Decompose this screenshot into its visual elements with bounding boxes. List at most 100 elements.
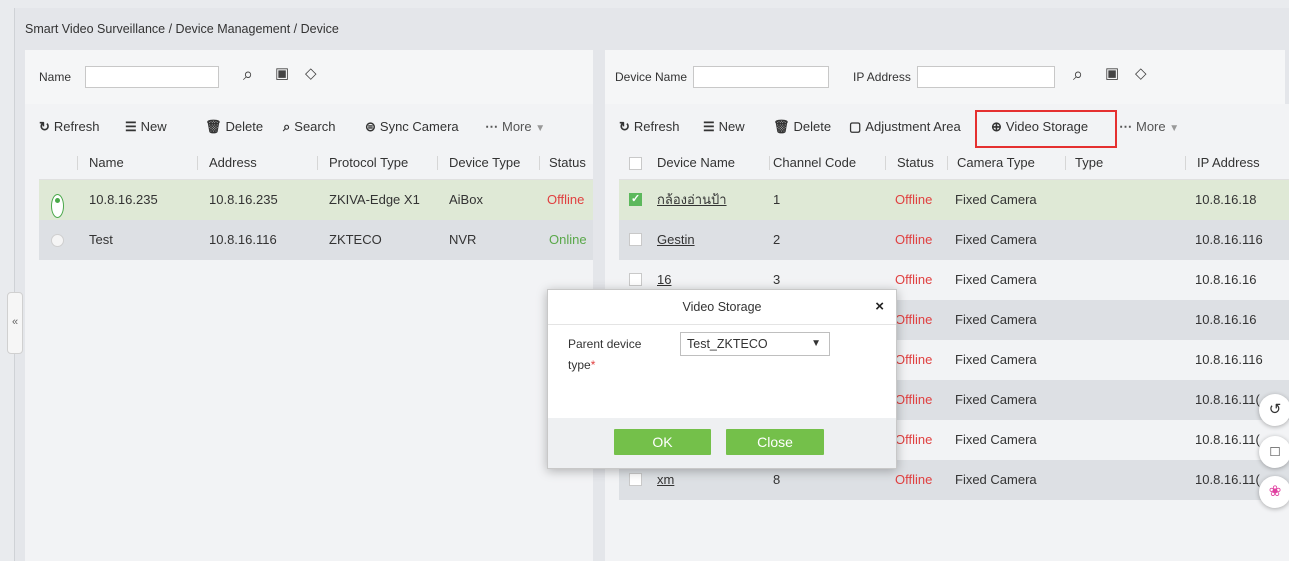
page-container: Smart Video Surveillance / Device Manage… xyxy=(7,8,1289,561)
search-icon[interactable]: ⌕ xyxy=(243,64,253,84)
status-badge: Online xyxy=(549,232,587,247)
camera-type: Fixed Camera xyxy=(955,192,1037,207)
collapse-sidebar-toggle[interactable]: « xyxy=(7,292,23,354)
dialog-title: Video Storage xyxy=(682,300,762,314)
status-badge: Offline xyxy=(895,352,933,367)
new-button[interactable]: ☰ New xyxy=(125,112,167,142)
refresh-icon: ↻ xyxy=(39,119,50,134)
device-name: 10.8.16.235 xyxy=(89,192,158,207)
row-checkbox[interactable] xyxy=(629,473,642,486)
ip-address: 10.8.16.11( xyxy=(1195,392,1260,407)
book-fab-icon[interactable]: □ xyxy=(1259,436,1289,468)
new-icon: ☰ xyxy=(125,119,137,134)
table-row[interactable]: กล้องอ่านป้า 1 Offline Fixed Camera 10.8.16.… xyxy=(619,180,1289,220)
device-type: AiBox xyxy=(449,192,483,207)
refresh-button[interactable]: ↻ Refresh xyxy=(39,112,99,142)
name-input[interactable] xyxy=(85,66,219,88)
more-dropdown[interactable]: ⋯ More ▼ xyxy=(485,112,545,144)
chevron-down-icon: ▼ xyxy=(535,123,546,134)
col-status[interactable]: Status xyxy=(549,146,586,180)
status-badge: Offline xyxy=(895,312,933,327)
ip-address: 10.8.16.11( xyxy=(1195,472,1260,487)
col-device-name[interactable]: Device Name xyxy=(657,146,735,180)
ip-address-input[interactable] xyxy=(917,66,1055,88)
ip-address: 10.8.16.18 xyxy=(1195,192,1257,207)
ip-address-label: IP Address xyxy=(853,70,911,84)
left-filter-bar: Name ⌕ ▣ ◇ xyxy=(25,50,593,104)
status-badge: Offline xyxy=(895,192,933,207)
col-protocol-type[interactable]: Protocol Type xyxy=(329,146,408,180)
clear-eraser-icon[interactable]: ◇ xyxy=(1135,64,1147,84)
table-row[interactable]: Test 10.8.16.116 ZKTECO NVR Online xyxy=(39,220,593,260)
area-icon: ▢ xyxy=(849,119,862,134)
ip-address: 10.8.16.11( xyxy=(1195,432,1260,447)
col-device-type[interactable]: Device Type xyxy=(449,146,520,180)
device-name-label: Device Name xyxy=(615,70,688,84)
col-status[interactable]: Status xyxy=(897,146,934,180)
chevron-down-icon: ▼ xyxy=(1169,123,1180,134)
select-all-checkbox[interactable] xyxy=(629,157,642,170)
ip-address: 10.8.16.116 xyxy=(1195,352,1263,367)
delete-button[interactable]: 🗑 Delete xyxy=(773,112,831,142)
col-camera-type[interactable]: Camera Type xyxy=(957,146,1035,180)
parent-device-type-select[interactable]: Test_ZKTECO ▼ xyxy=(680,332,830,356)
ellipsis-icon: ⋯ xyxy=(1119,119,1132,134)
close-button[interactable]: Close xyxy=(726,429,824,455)
device-name-link[interactable]: กล้องอ่านป้า xyxy=(657,180,727,220)
camera-type: Fixed Camera xyxy=(955,392,1037,407)
status-badge: Offline xyxy=(547,192,585,207)
refresh-button[interactable]: ↻ Refresh xyxy=(619,112,679,142)
adjustment-area-button[interactable]: ▢ Adjustment Area xyxy=(849,112,961,142)
search-icon[interactable]: ⌕ xyxy=(1073,64,1083,84)
channel-code: 1 xyxy=(773,192,781,207)
ok-button[interactable]: OK xyxy=(614,429,711,455)
protocol-type: ZKTECO xyxy=(329,232,382,247)
dialog-footer: OK Close xyxy=(548,418,896,468)
ip-address: 10.8.16.16 xyxy=(1195,312,1257,327)
col-name[interactable]: Name xyxy=(89,146,124,180)
ip-address: 10.8.16.16 xyxy=(1195,272,1257,287)
camera-type: Fixed Camera xyxy=(955,352,1037,367)
left-toolbar: ↻ Refresh ☰ New 🗑 Delete ⌕ Search ⊜ Sync Came… xyxy=(25,112,593,142)
row-checkbox[interactable] xyxy=(629,192,642,206)
brain-fab-icon[interactable]: ❀ xyxy=(1259,476,1289,508)
delete-button[interactable]: 🗑 Delete xyxy=(205,112,263,142)
right-toolbar: ↻ Refresh ☰ New 🗑 Delete ▢ Adjustment Area ⊕… xyxy=(605,112,1289,142)
protocol-type: ZKIVA-Edge X1 xyxy=(329,192,420,207)
close-icon[interactable]: × xyxy=(875,298,884,315)
refresh-fab-icon[interactable]: ↺ xyxy=(1259,394,1289,426)
left-table-header: Name Address Protocol Type Device Type S… xyxy=(39,146,593,180)
col-channel-code[interactable]: Channel Code xyxy=(773,146,856,180)
channel-code: 2 xyxy=(773,232,781,247)
video-storage-dialog: Video Storage × Parent device type* Test… xyxy=(547,289,897,469)
status-badge: Offline xyxy=(895,432,933,447)
search-button[interactable]: ⌕ Search xyxy=(283,112,335,142)
camera-type: Fixed Camera xyxy=(955,272,1037,287)
status-badge: Offline xyxy=(895,392,933,407)
right-table-header: Device Name Channel Code Status Camera T… xyxy=(619,146,1289,180)
clear-eraser-icon[interactable]: ◇ xyxy=(305,64,317,84)
device-name-input[interactable] xyxy=(693,66,829,88)
refresh-icon: ↻ xyxy=(619,119,630,134)
advanced-search-icon[interactable]: ▣ xyxy=(1105,64,1119,84)
row-checkbox[interactable] xyxy=(629,233,642,246)
advanced-search-icon[interactable]: ▣ xyxy=(275,64,289,84)
right-filter-bar: Device Name IP Address ⌕ ▣ ◇ xyxy=(605,50,1285,104)
new-button[interactable]: ☰ New xyxy=(703,112,745,142)
chevron-down-icon: ▼ xyxy=(811,338,821,349)
row-radio[interactable] xyxy=(51,234,64,247)
row-radio[interactable] xyxy=(51,194,64,218)
col-ip-address[interactable]: IP Address xyxy=(1197,146,1260,180)
table-row[interactable]: 10.8.16.235 10.8.16.235 ZKIVA-Edge X1 Ai… xyxy=(39,180,593,220)
table-row[interactable]: Gestin 2 Offline Fixed Camera 10.8.16.116 xyxy=(619,220,1289,260)
device-name-link[interactable]: Gestin xyxy=(657,220,695,260)
more-dropdown[interactable]: ⋯ More ▼ xyxy=(1119,112,1179,144)
col-address[interactable]: Address xyxy=(209,146,257,180)
trash-icon: 🗑 xyxy=(205,119,222,134)
left-panel: ↻ Refresh ☰ New 🗑 Delete ⌕ Search ⊜ Sync Came… xyxy=(25,104,593,561)
col-type[interactable]: Type xyxy=(1075,146,1103,180)
sync-camera-button[interactable]: ⊜ Sync Camera xyxy=(365,112,459,142)
required-mark: * xyxy=(590,358,596,372)
row-checkbox[interactable] xyxy=(629,273,642,286)
dialog-divider xyxy=(548,324,896,325)
